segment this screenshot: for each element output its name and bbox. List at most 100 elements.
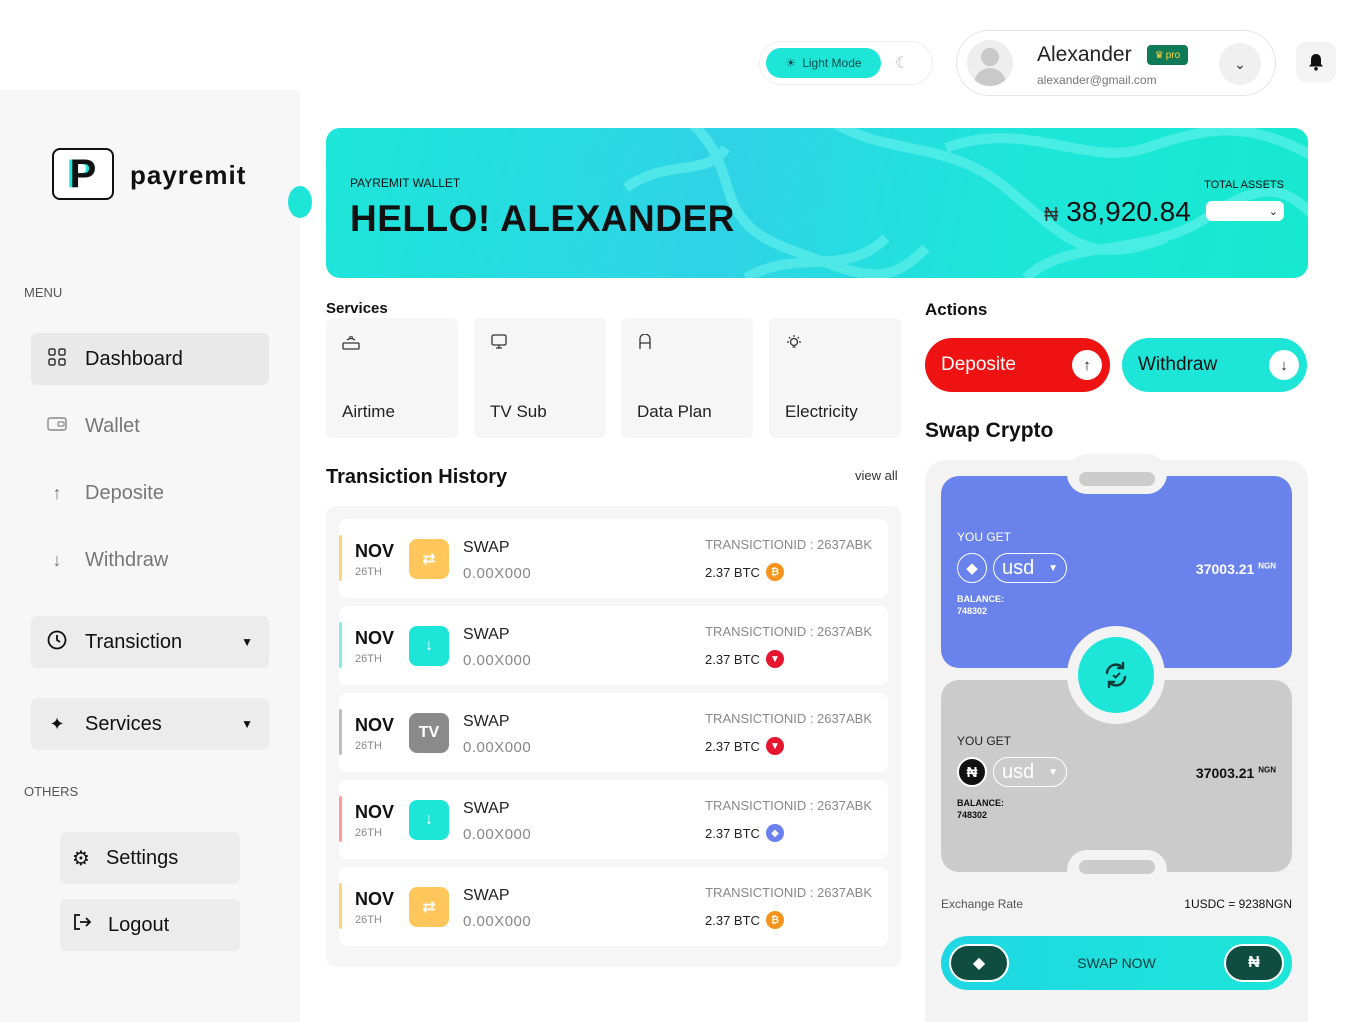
tx-sub: 0.00X000 (463, 565, 532, 582)
tx-id: TRANSICTIONID : 2637ABK (705, 711, 872, 726)
avatar[interactable] (967, 40, 1013, 86)
sidebar-item-label: Withdraw (85, 548, 169, 571)
crown-icon: ♛ (1154, 49, 1164, 61)
to-value: 37003.21 NGN (1195, 765, 1276, 781)
service-electricity[interactable]: Electricity (769, 318, 901, 438)
you-get-label: YOU GET (957, 734, 1012, 748)
caret-down-icon: ▼ (241, 635, 253, 649)
data-icon (637, 333, 653, 355)
swap-panel: YOU GET ◆ usd ▼ 37003.21 NGN BALANCE: 7483… (925, 454, 1308, 1022)
tx-id: TRANSICTIONID : 2637ABK (705, 885, 872, 900)
tx-id: TRANSICTIONID : 2637ABK (705, 624, 872, 639)
swap-crypto-title: Swap Crypto (925, 419, 1054, 442)
ethereum-icon: ◆ (957, 553, 987, 583)
arrow-down-icon: ↓ (1269, 350, 1299, 380)
sidebar-item-dashboard[interactable]: Dashboard (31, 333, 269, 385)
tx-type: SWAP (463, 626, 510, 643)
tx-month: NOV (355, 715, 395, 735)
sidebar-item-label: Services (85, 712, 162, 735)
tx-month: NOV (355, 802, 395, 822)
sidebar-item-logout[interactable]: Logout (60, 899, 240, 951)
service-data-plan[interactable]: Data Plan (621, 318, 753, 438)
sun-icon: ☀ (785, 56, 797, 70)
coin-icon: ◆ (765, 824, 784, 842)
tx-amount: 2.37 BTC ◆ (705, 824, 784, 842)
tx-type: SWAP (463, 800, 510, 817)
to-balance: BALANCE: 748302 (957, 798, 1004, 820)
currency-select[interactable]: ⌄ (1206, 201, 1284, 221)
row-accent-bar (339, 535, 342, 581)
transaction-row[interactable]: NOV 26TH ⇄ SWAP 0.00X000 TRANSICTIONID : 2637… (339, 519, 888, 598)
row-accent-bar (339, 709, 342, 755)
tx-sub: 0.00X000 (463, 826, 532, 843)
tx-amount: 2.37 BTC ▼ (705, 650, 784, 668)
bulb-icon (785, 334, 803, 357)
naira-symbol: ₦ (1044, 204, 1059, 226)
services-title: Services (326, 300, 388, 317)
transaction-row[interactable]: NOV 26TH ⇄ SWAP 0.00X000 TRANSICTIONID : 2637… (339, 867, 888, 946)
profile-card: Alexander ♛ pro alexander@gmail.com ⌄ (956, 30, 1276, 96)
monitor-icon (490, 334, 508, 355)
others-section-label: OTHERS (24, 784, 79, 799)
withdraw-button[interactable]: Withdraw ↓ (1122, 338, 1307, 392)
view-all-link[interactable]: view all (855, 468, 898, 483)
sidebar-item-wallet[interactable]: Wallet (31, 400, 269, 452)
transaction-row[interactable]: NOV 26TH ↓ SWAP 0.00X000 TRANSICTIONID : 2637… (339, 780, 888, 859)
sidebar-collapse-handle[interactable] (288, 186, 312, 218)
tx-id: TRANSICTIONID : 2637ABK (705, 537, 872, 552)
deposit-button[interactable]: Deposite ↑ (925, 338, 1110, 392)
coin-icon: ₿ (765, 563, 784, 581)
service-label: Electricity (785, 402, 858, 421)
service-airtime[interactable]: Airtime (326, 318, 458, 438)
actions-title: Actions (925, 300, 988, 319)
ethereum-icon: ◆ (949, 944, 1009, 982)
tx-day: 26TH (355, 827, 382, 839)
to-currency-select[interactable]: usd ▼ (993, 757, 1067, 787)
total-assets-amount: ₦ 38,920.84 (1044, 196, 1191, 227)
sidebar-item-settings[interactable]: ⚙ Settings (60, 832, 240, 884)
profile-dropdown-button[interactable]: ⌄ (1219, 43, 1261, 85)
tx-type-icon: TV (409, 713, 449, 753)
wallet-icon (45, 416, 69, 437)
arrow-down-icon: ↓ (52, 549, 62, 570)
sidebar-item-label: Settings (105, 846, 179, 869)
swap-direction-button[interactable] (1067, 626, 1165, 724)
chevron-down-icon: ▼ (1048, 766, 1058, 778)
row-accent-bar (339, 883, 342, 929)
chevron-down-icon: ⌄ (1234, 55, 1246, 72)
service-label: TV Sub (490, 402, 547, 421)
tx-day: 26TH (355, 566, 382, 578)
tx-day: 26TH (355, 653, 382, 665)
tx-type: SWAP (463, 887, 510, 904)
sidebar-item-withdraw[interactable]: ↓ Withdraw (31, 534, 269, 586)
from-currency-select[interactable]: usd ▼ (993, 553, 1067, 583)
arrow-up-icon: ↑ (1072, 350, 1102, 380)
service-tv-sub[interactable]: TV Sub (474, 318, 606, 438)
caret-down-icon: ▼ (241, 717, 253, 731)
moon-icon[interactable]: ☾ (895, 53, 909, 73)
arrow-up-icon: ↑ (52, 482, 62, 503)
tx-day: 26TH (355, 740, 382, 752)
clock-icon (45, 630, 69, 655)
sidebar-item-services[interactable]: ✦ Services ▼ (31, 698, 269, 750)
tx-sub: 0.00X000 (463, 739, 532, 756)
from-value: 37003.21 NGN (1195, 561, 1276, 577)
exchange-rate-value: 1USDC = 9238NGN (1184, 897, 1292, 911)
grid-icon (45, 347, 69, 371)
menu-section-label: MENU (24, 285, 63, 300)
service-label: Data Plan (637, 402, 712, 421)
sidebar-item-transiction[interactable]: Transiction ▼ (31, 616, 269, 668)
tx-month: NOV (355, 889, 395, 909)
coin-icon: ▼ (765, 650, 784, 668)
transaction-row[interactable]: NOV 26TH ↓ SWAP 0.00X000 TRANSICTIONID : 2637… (339, 606, 888, 685)
swap-now-button[interactable]: ◆ SWAP NOW ₦ (941, 936, 1292, 990)
tx-sub: 0.00X000 (463, 652, 532, 669)
theme-toggle[interactable]: ☀ Light Mode ☾ (760, 42, 932, 84)
gear-icon: ⚙ (72, 847, 90, 870)
chevron-down-icon: ⌄ (1268, 205, 1278, 218)
light-mode-button[interactable]: ☀ Light Mode (766, 48, 881, 78)
sidebar-item-deposite[interactable]: ↑ Deposite (31, 467, 269, 519)
exchange-rate-label: Exchange Rate (941, 897, 1024, 911)
notification-button[interactable] (1296, 42, 1336, 82)
transaction-row[interactable]: NOV 26TH TV SWAP 0.00X000 TRANSICTIONID : 263… (339, 693, 888, 772)
